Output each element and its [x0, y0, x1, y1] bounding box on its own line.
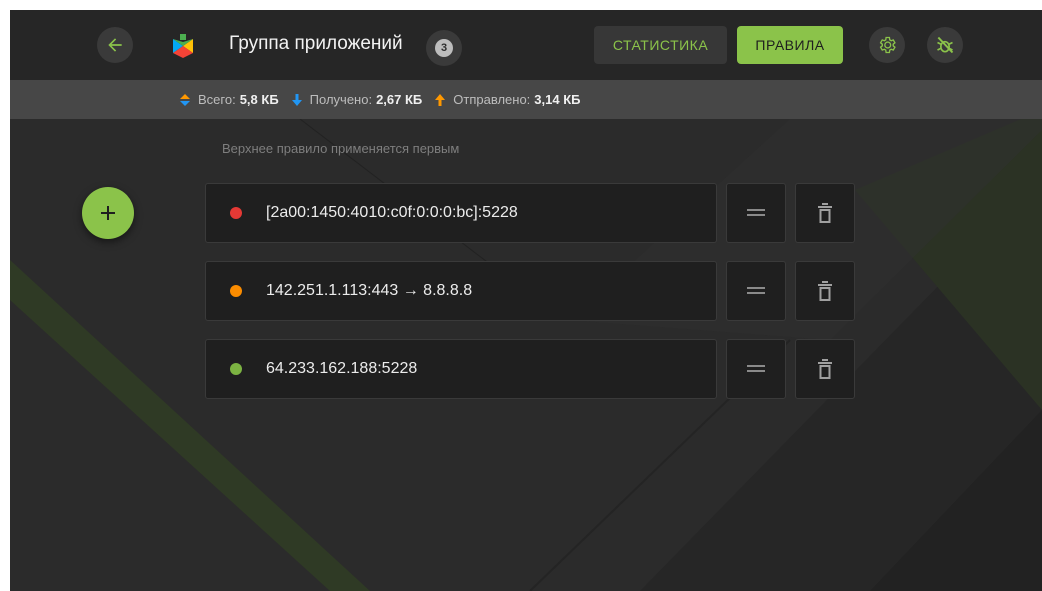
drag-handle-icon — [747, 365, 765, 372]
stat-total-value: 5,8 КБ — [239, 92, 279, 107]
rule-drag-handle[interactable] — [726, 339, 786, 399]
rule-address: 64.233.162.188:5228 — [266, 360, 418, 377]
tab-statistics[interactable]: СТАТИСТИКА — [594, 26, 727, 64]
stat-received-label: Получено: — [309, 92, 373, 107]
stat-received: Получено: 2,67 КБ — [291, 92, 423, 107]
app-count-badge: 3 — [426, 30, 462, 66]
google-play-icon — [173, 34, 193, 58]
stat-total-label: Всего: — [198, 92, 236, 107]
rules-order-hint: Верхнее правило применяется первым — [222, 141, 460, 156]
top-app-bar: Группа приложений 3 СТАТИСТИКА ПРАВИЛА — [10, 10, 1042, 80]
rule-item[interactable]: 142.251.1.113:443 → 8.8.8.8 — [205, 261, 717, 321]
trash-icon — [818, 359, 832, 379]
stat-sent: Отправлено: 3,14 КБ — [435, 92, 581, 107]
arrow-up-icon — [435, 93, 446, 106]
rule-delete-button[interactable] — [795, 339, 855, 399]
rule-status-dot — [230, 207, 242, 219]
settings-button[interactable] — [869, 27, 905, 63]
stat-total: Всего: 5,8 КБ — [180, 92, 279, 107]
add-rule-button[interactable] — [82, 187, 134, 239]
gear-icon — [879, 36, 896, 54]
stat-sent-label: Отправлено: — [453, 92, 531, 107]
rule-address: 142.251.1.113:443 → 8.8.8.8 — [266, 282, 473, 299]
tab-rules[interactable]: ПРАВИЛА — [737, 26, 843, 64]
stat-sent-value: 3,14 КБ — [534, 92, 581, 107]
arrow-left-icon — [108, 38, 122, 52]
rule-address: [2a00:1450:4010:c0f:0:0:0:bc]:5228 — [266, 204, 518, 221]
rule-item[interactable]: [2a00:1450:4010:c0f:0:0:0:bc]:5228 — [205, 183, 717, 243]
stat-received-value: 2,67 КБ — [376, 92, 423, 107]
rule-status-dot — [230, 285, 242, 297]
rule-drag-handle[interactable] — [726, 183, 786, 243]
app-icon — [170, 33, 196, 64]
rule-item[interactable]: 64.233.162.188:5228 — [205, 339, 717, 399]
firewall-toggle-button[interactable] — [927, 27, 963, 63]
page-title: Группа приложений — [229, 33, 403, 54]
traffic-stats-bar: Всего: 5,8 КБ Получено: 2,67 КБ Отправле… — [10, 80, 1042, 119]
rule-delete-button[interactable] — [795, 183, 855, 243]
drag-handle-icon — [747, 287, 765, 294]
arrow-down-icon — [291, 93, 302, 106]
up-down-arrow-icon — [180, 93, 190, 106]
trash-icon — [818, 281, 832, 301]
rule-delete-button[interactable] — [795, 261, 855, 321]
plus-icon — [101, 206, 115, 220]
rule-drag-handle[interactable] — [726, 261, 786, 321]
app-count: 3 — [435, 39, 453, 57]
drag-handle-icon — [747, 209, 765, 216]
bug-off-icon — [937, 36, 954, 54]
back-button[interactable] — [97, 27, 133, 63]
rule-status-dot — [230, 363, 242, 375]
app-window: Группа приложений 3 СТАТИСТИКА ПРАВИЛА В… — [10, 10, 1042, 591]
trash-icon — [818, 203, 832, 223]
